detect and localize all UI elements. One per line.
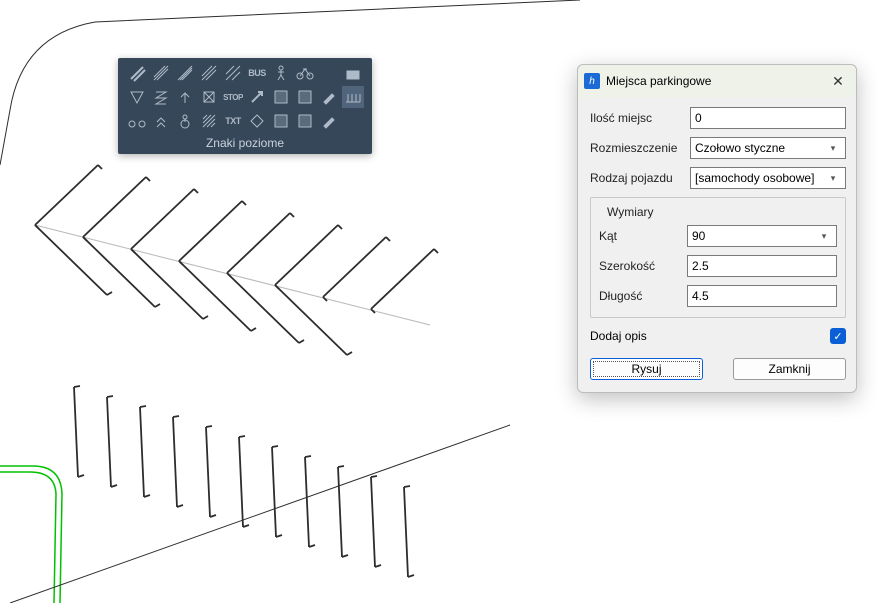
angle-label: Kąt — [599, 229, 687, 243]
sign-icon-hatch1[interactable] — [198, 62, 220, 84]
sign-icon-brush[interactable] — [318, 86, 340, 108]
sign-icon-parking[interactable] — [342, 86, 364, 108]
sign-icon-blank1[interactable] — [318, 62, 340, 84]
sign-icon-diag1[interactable] — [126, 62, 148, 84]
sign-icon-arrow[interactable] — [246, 86, 268, 108]
close-icon[interactable]: ✕ — [828, 71, 848, 91]
sign-icon-bus[interactable]: BUS — [246, 62, 268, 84]
add-description-checkbox[interactable]: ✓ — [830, 328, 846, 344]
dialog-title: Miejsca parkingowe — [606, 74, 828, 88]
dimensions-legend: Wymiary — [603, 205, 658, 219]
sign-icon-hatch2[interactable] — [222, 62, 244, 84]
sign-icon-pedestrian[interactable] — [270, 62, 292, 84]
sign-icon-forward[interactable] — [174, 86, 196, 108]
sign-icon-bicycle[interactable] — [294, 62, 316, 84]
sign-icon-yield[interactable] — [126, 86, 148, 108]
angle-value: 90 — [692, 229, 816, 243]
sign-icon-special1[interactable] — [342, 62, 364, 84]
sign-icon-diamond[interactable] — [246, 110, 268, 132]
sign-icon-chevrons[interactable] — [150, 110, 172, 132]
vehicle-value: [samochody osobowe] — [695, 171, 825, 185]
sign-icon-diag2[interactable] — [150, 62, 172, 84]
width-input[interactable] — [687, 255, 837, 277]
sign-icon-fill2[interactable] — [294, 86, 316, 108]
draw-button[interactable]: Rysuj — [590, 358, 703, 380]
close-button[interactable]: Zamknij — [733, 358, 846, 380]
sign-icon-box[interactable] — [198, 86, 220, 108]
chevron-down-icon: ▾ — [816, 231, 832, 242]
chevron-down-icon: ▾ — [825, 143, 841, 154]
arrangement-combo[interactable]: Czołowo styczne ▾ — [690, 137, 846, 159]
length-input[interactable] — [687, 285, 837, 307]
sign-icon-fill1[interactable] — [270, 86, 292, 108]
dialog-titlebar[interactable]: h Miejsca parkingowe ✕ — [578, 65, 856, 97]
sign-icon-txt[interactable]: TXT — [222, 110, 244, 132]
toolbox-title: Znaki poziome — [124, 132, 366, 152]
length-label: Długość — [599, 289, 687, 303]
sign-icon-fill4[interactable] — [294, 110, 316, 132]
sign-icon-disabled[interactable] — [174, 110, 196, 132]
app-icon: h — [584, 73, 600, 89]
vehicle-label: Rodzaj pojazdu — [590, 171, 690, 185]
sign-icon-bike2[interactable] — [126, 110, 148, 132]
width-label: Szerokość — [599, 259, 687, 273]
vehicle-combo[interactable]: [samochody osobowe] ▾ — [690, 167, 846, 189]
sign-icon-hatch3[interactable] — [198, 110, 220, 132]
sign-icon-brush2[interactable] — [318, 110, 340, 132]
sign-icon-fill3[interactable] — [270, 110, 292, 132]
parking-dialog: h Miejsca parkingowe ✕ Ilość miejsc Rozm… — [577, 64, 857, 393]
sign-icon-stop[interactable]: STOP — [222, 86, 244, 108]
sign-icon-zigzag[interactable] — [150, 86, 172, 108]
sign-icon-diag3[interactable] — [174, 62, 196, 84]
dimensions-group: Wymiary Kąt 90 ▾ Szerokość Długość — [590, 197, 846, 318]
road-signs-toolbox[interactable]: BUS STOP TXT Znaki poziome — [118, 58, 372, 154]
arrangement-label: Rozmieszczenie — [590, 141, 690, 155]
count-label: Ilość miejsc — [590, 111, 690, 125]
sign-icon-blank2[interactable] — [342, 110, 364, 132]
chevron-down-icon: ▾ — [825, 173, 841, 184]
count-input[interactable] — [690, 107, 846, 129]
add-description-label: Dodaj opis — [590, 329, 647, 343]
angle-combo[interactable]: 90 ▾ — [687, 225, 837, 247]
arrangement-value: Czołowo styczne — [695, 141, 825, 155]
